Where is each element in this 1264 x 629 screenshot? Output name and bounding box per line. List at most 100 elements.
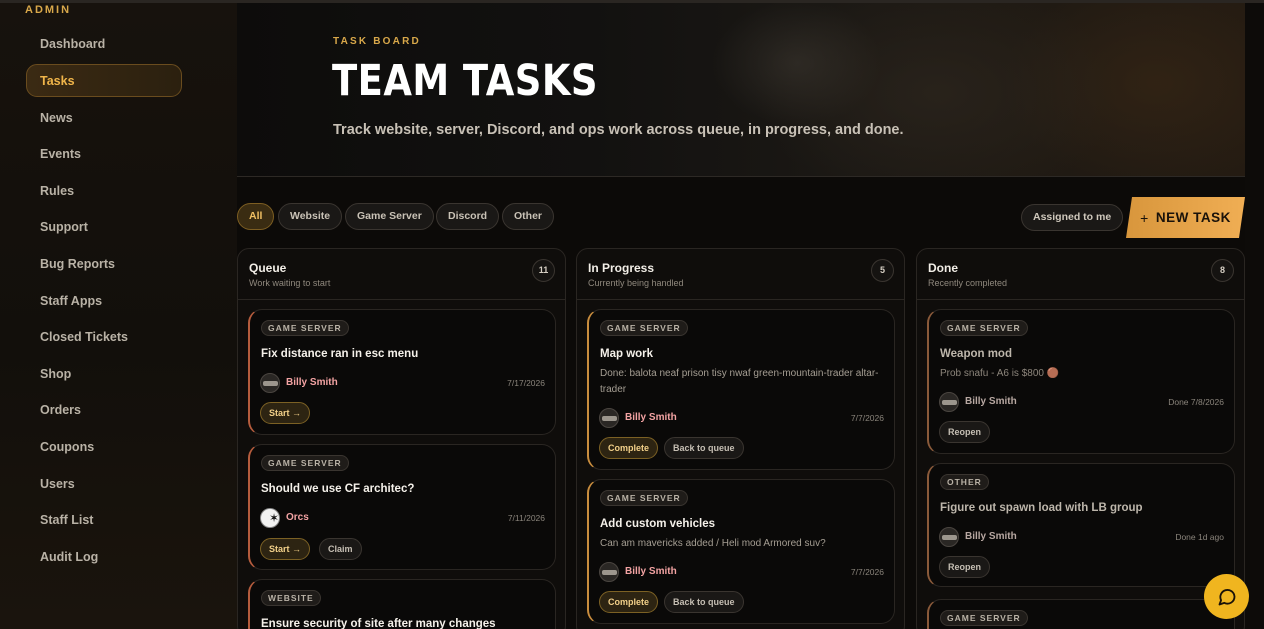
task-card[interactable]: GAME SERVER	[927, 599, 1235, 629]
start-button[interactable]: Start →	[260, 538, 311, 560]
sidebar-item-bug-reports[interactable]: Bug Reports	[26, 247, 182, 280]
reopen-button[interactable]: Reopen	[939, 421, 991, 443]
task-description: Can am mavericks added / Heli mod Armore…	[600, 538, 826, 549]
category-tag: GAME SERVER	[600, 490, 688, 506]
task-date: 7/17/2026	[507, 378, 545, 388]
column-header: Done Recently completed 8	[917, 249, 1244, 300]
page-subtitle: Track website, server, Discord, and ops …	[333, 122, 904, 138]
sidebar-item-coupons[interactable]: Coupons	[26, 430, 182, 463]
column-title: In Progress	[588, 261, 655, 275]
filter-all[interactable]: All	[237, 203, 275, 230]
vehicle-avatar-icon	[942, 400, 957, 405]
new-task-button[interactable]: + NEW TASK	[1126, 197, 1245, 238]
filter-discord[interactable]: Discord	[436, 203, 500, 230]
sidebar-item-audit-log[interactable]: Audit Log	[26, 540, 182, 573]
assignee-name[interactable]: Billy Smith	[286, 377, 338, 388]
column-count-badge: 8	[1211, 259, 1234, 282]
sidebar-item-staff-list[interactable]: Staff List	[26, 503, 182, 536]
task-date: 7/11/2026	[507, 513, 545, 523]
avatar: ✶	[260, 508, 280, 528]
assigned-to-me-button[interactable]: Assigned to me	[1021, 204, 1124, 231]
avatar	[939, 392, 959, 412]
sidebar-item-tasks[interactable]: Tasks	[26, 64, 182, 97]
task-card[interactable]: OTHER Figure out spawn load with LB grou…	[927, 463, 1235, 587]
assignee-name[interactable]: Billy Smith	[965, 396, 1017, 407]
task-title: Map work	[600, 348, 654, 360]
category-tag: GAME SERVER	[261, 455, 349, 471]
task-card[interactable]: GAME SERVER Map work Done: balota neaf p…	[587, 309, 895, 470]
assignee-name[interactable]: Orcs	[286, 512, 309, 523]
task-date: 7/7/2026	[850, 567, 884, 577]
task-title: Fix distance ran in esc menu	[261, 348, 419, 360]
sidebar-item-rules[interactable]: Rules	[26, 174, 182, 207]
sidebar-item-events[interactable]: Events	[26, 137, 182, 170]
column-title: Done	[928, 261, 958, 275]
new-task-label: NEW TASK	[1155, 210, 1231, 225]
back-to-queue-button[interactable]: Back to queue	[664, 437, 744, 459]
task-title: Figure out spawn load with LB group	[940, 502, 1143, 514]
sidebar-item-dashboard[interactable]: Dashboard	[26, 27, 182, 60]
category-tag: GAME SERVER	[600, 320, 688, 336]
task-description: Done: balota neaf prison tisy nwaf green…	[600, 368, 879, 395]
column-header: In Progress Currently being handled 5	[577, 249, 904, 300]
avatar	[599, 408, 619, 428]
assignee-name[interactable]: Billy Smith	[625, 566, 677, 577]
assignee-name[interactable]: Billy Smith	[965, 531, 1017, 542]
vehicle-avatar-icon	[602, 416, 617, 421]
category-tag: GAME SERVER	[940, 610, 1028, 626]
sidebar-item-support[interactable]: Support	[26, 210, 182, 243]
page-title: TEAM TASKS	[332, 56, 598, 106]
complete-button[interactable]: Complete	[599, 437, 659, 459]
column-count-badge: 5	[871, 259, 894, 282]
sidebar-item-users[interactable]: Users	[26, 467, 182, 500]
stick-figure-avatar-icon: ✶	[269, 511, 280, 525]
right-gutter	[1245, 3, 1264, 629]
plus-icon: +	[1140, 209, 1149, 226]
column-done: Done Recently completed 8 GAME SERVER We…	[916, 248, 1245, 629]
filter-game-server[interactable]: Game Server	[345, 203, 434, 230]
sidebar-item-closed-tickets[interactable]: Closed Tickets	[26, 320, 182, 353]
vehicle-avatar-icon	[602, 570, 617, 575]
task-title: Weapon mod	[940, 348, 1012, 360]
vehicle-avatar-icon	[263, 381, 278, 386]
chat-bubble-icon	[1218, 588, 1235, 605]
task-description: Prob snafu - A6 is $800 🟤	[940, 368, 1060, 379]
start-button[interactable]: Start →	[260, 402, 311, 424]
sidebar-item-shop[interactable]: Shop	[26, 357, 182, 390]
task-title: Ensure security of site after many chang…	[261, 618, 496, 629]
task-date: 7/7/2026	[850, 413, 884, 423]
chat-button[interactable]	[1204, 574, 1249, 619]
column-subtitle: Currently being handled	[588, 278, 684, 288]
task-card[interactable]: GAME SERVER Should we use CF architec? ✶…	[248, 444, 556, 570]
column-title: Queue	[249, 261, 287, 275]
sidebar-item-staff-apps[interactable]: Staff Apps	[26, 284, 182, 317]
category-tag: OTHER	[940, 474, 989, 490]
category-tag: GAME SERVER	[261, 320, 349, 336]
sidebar: ADMIN Dashboard Tasks News Events Rules …	[0, 3, 237, 629]
filter-website[interactable]: Website	[278, 203, 343, 230]
avatar	[599, 562, 619, 582]
assignee-name[interactable]: Billy Smith	[625, 412, 677, 423]
column-subtitle: Recently completed	[928, 278, 1008, 288]
task-card[interactable]: GAME SERVER Add custom vehicles Can am m…	[587, 479, 895, 624]
sidebar-item-orders[interactable]: Orders	[26, 393, 182, 426]
task-date: Done 7/8/2026	[1168, 397, 1224, 407]
task-card[interactable]: GAME SERVER Weapon mod Prob snafu - A6 i…	[927, 309, 1235, 454]
column-header: Queue Work waiting to start 11	[238, 249, 565, 300]
reopen-button[interactable]: Reopen	[939, 556, 991, 578]
task-card[interactable]: WEBSITE Ensure security of site after ma…	[248, 579, 556, 629]
back-to-queue-button[interactable]: Back to queue	[664, 591, 744, 613]
sidebar-section-label: ADMIN	[25, 4, 72, 16]
filter-other[interactable]: Other	[502, 203, 555, 230]
hero-eyebrow: TASK BOARD	[333, 36, 421, 47]
claim-button[interactable]: Claim	[319, 538, 362, 560]
task-date: Done 1d ago	[1175, 532, 1224, 542]
hero-banner: TASK BOARD TEAM TASKS Track website, ser…	[237, 3, 1245, 177]
task-card[interactable]: GAME SERVER Fix distance ran in esc menu…	[248, 309, 556, 435]
column-count-badge: 11	[532, 259, 555, 282]
column-queue: Queue Work waiting to start 11 GAME SERV…	[237, 248, 566, 629]
complete-button[interactable]: Complete	[599, 591, 659, 613]
vehicle-avatar-icon	[942, 535, 957, 540]
task-title: Add custom vehicles	[600, 518, 716, 530]
sidebar-item-news[interactable]: News	[26, 101, 182, 134]
